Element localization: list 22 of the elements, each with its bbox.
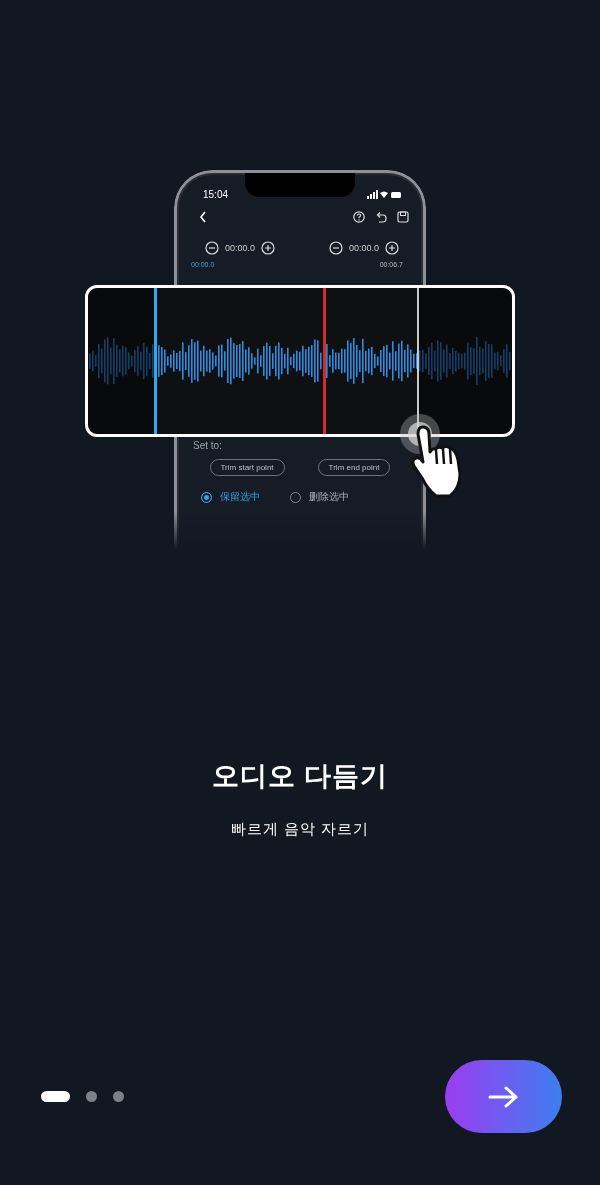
- arrow-right-icon: [487, 1084, 520, 1109]
- save-icon[interactable]: [397, 211, 409, 223]
- set-to-label: Set to:: [193, 440, 223, 451]
- status-time: 15:04: [203, 188, 229, 200]
- help-icon[interactable]: [353, 211, 365, 223]
- radio-button[interactable]: [201, 491, 212, 503]
- option-label: 保留选中: [220, 490, 260, 504]
- onboarding-subtitle: 빠르게 음악 자르기: [230, 820, 370, 839]
- playhead-marker[interactable]: [323, 288, 326, 434]
- minus-icon[interactable]: [205, 241, 219, 255]
- status-icons-icon: [367, 189, 401, 199]
- undo-icon[interactable]: [375, 211, 387, 223]
- plus-icon[interactable]: [385, 241, 399, 255]
- option-label: 删除选中: [309, 490, 349, 504]
- time-value: 00:00.0: [225, 243, 256, 253]
- onboarding-title: 오디오 다듬기: [211, 760, 389, 793]
- page-indicator[interactable]: [41, 1091, 70, 1102]
- start-marker[interactable]: [154, 288, 157, 434]
- back-icon[interactable]: [199, 211, 207, 223]
- plus-icon[interactable]: [261, 241, 276, 255]
- minus-icon[interactable]: [328, 241, 343, 255]
- time-value: 00:00.0: [348, 243, 379, 253]
